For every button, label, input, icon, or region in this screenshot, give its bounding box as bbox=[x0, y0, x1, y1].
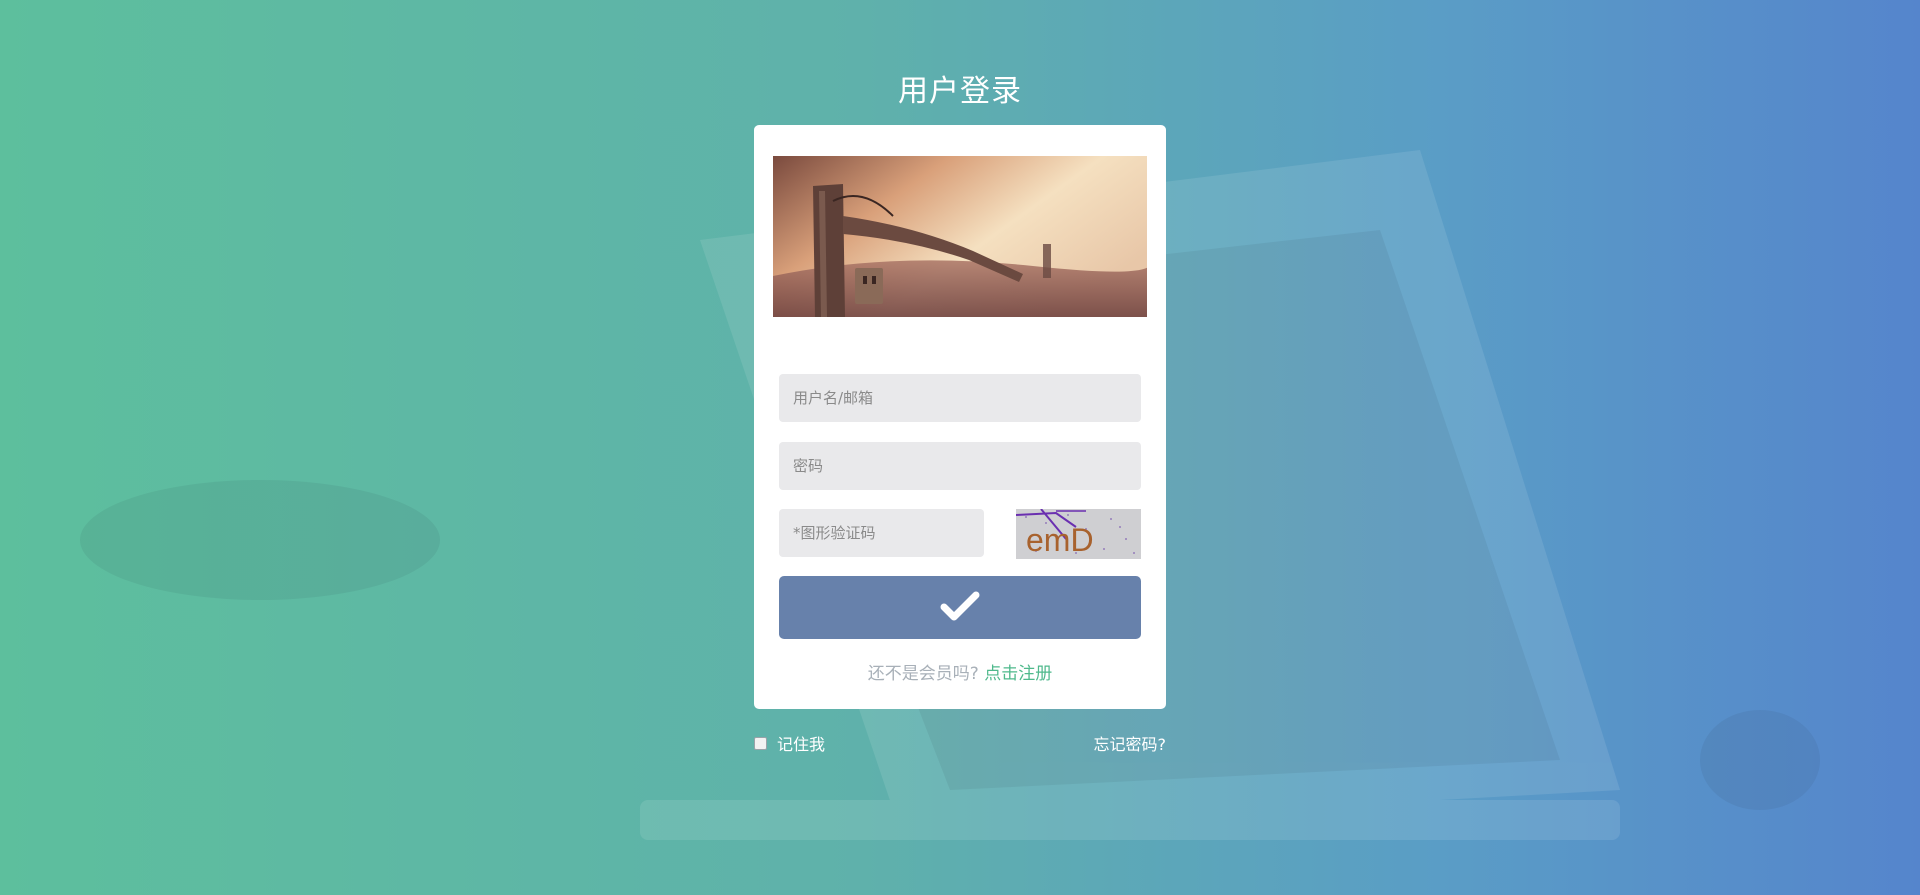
captcha-input[interactable] bbox=[779, 509, 984, 557]
banner-image bbox=[773, 156, 1147, 317]
username-input[interactable] bbox=[779, 374, 1141, 422]
page-title: 用户登录 bbox=[898, 74, 1022, 109]
login-card: emD 还不是会员吗? 点击注册 bbox=[754, 125, 1166, 709]
remember-checkbox[interactable] bbox=[754, 736, 767, 750]
password-input[interactable] bbox=[779, 442, 1141, 490]
remember-me[interactable]: 记住我 bbox=[754, 731, 825, 755]
register-line: 还不是会员吗? 点击注册 bbox=[754, 659, 1166, 684]
checkmark-icon bbox=[940, 590, 980, 625]
register-prompt: 还不是会员吗? bbox=[867, 664, 979, 684]
submit-button[interactable] bbox=[779, 576, 1141, 639]
forgot-password-link[interactable]: 忘记密码? bbox=[1094, 731, 1167, 755]
register-link[interactable]: 点击注册 bbox=[984, 664, 1052, 684]
remember-label: 记住我 bbox=[777, 735, 826, 754]
login-options: 记住我 忘记密码? bbox=[754, 731, 1167, 755]
captcha-text: emD bbox=[1026, 522, 1094, 558]
captcha-image[interactable]: emD bbox=[1015, 508, 1141, 559]
